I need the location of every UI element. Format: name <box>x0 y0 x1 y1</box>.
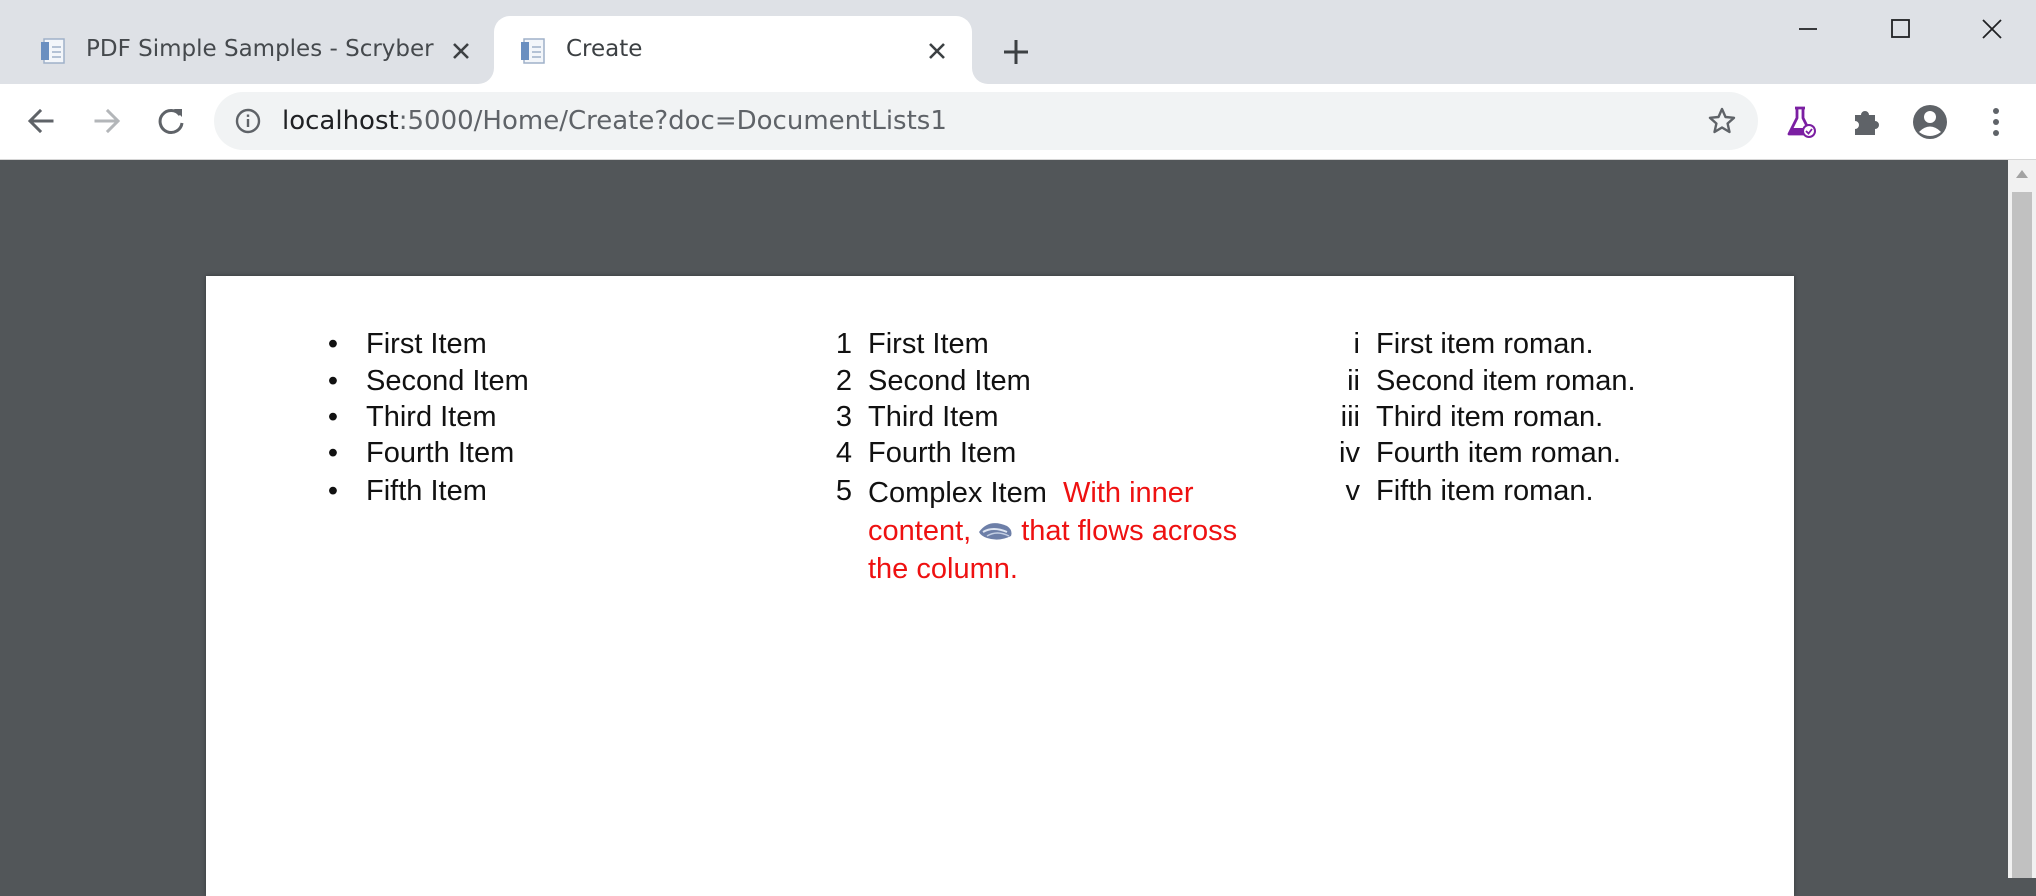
arrow-right-icon[interactable] <box>86 100 128 142</box>
bullet-marker: • <box>327 365 339 397</box>
arrow-left-icon[interactable] <box>20 100 62 142</box>
list-item-text: Third Item <box>868 401 999 433</box>
roman-marker: iii <box>1340 401 1360 433</box>
list-item-text: First Item <box>868 328 989 360</box>
window-close-icon[interactable] <box>1972 12 2012 46</box>
number-marker: 2 <box>835 365 852 397</box>
roman-marker: ii <box>1347 365 1360 397</box>
tab-title: PDF Simple Samples - Scryber <box>86 36 434 62</box>
bullet-marker: • <box>327 328 339 360</box>
list-item-text: Second Item <box>868 365 1031 397</box>
tab-pdf-simple-samples[interactable]: PDF Simple Samples - Scryber <box>14 16 490 84</box>
star-icon[interactable] <box>1706 105 1738 137</box>
number-marker: 4 <box>835 437 852 469</box>
complex-list-item: Complex Item With inner content, that fl… <box>868 474 1248 588</box>
document-icon <box>41 38 65 64</box>
account-icon[interactable] <box>1910 102 1950 142</box>
pdf-page: • First Item • Second Item • Third Item • Fo… <box>206 276 1794 896</box>
bullet-marker: • <box>327 437 339 469</box>
list-item-text: Third item roman. <box>1376 401 1604 433</box>
minimize-icon[interactable] <box>1788 12 1828 46</box>
bullet-marker: • <box>327 401 339 433</box>
new-tab-plus-icon[interactable] <box>998 34 1034 70</box>
vertical-scrollbar[interactable] <box>2008 160 2036 878</box>
number-marker: 3 <box>835 401 852 433</box>
tab-strip: PDF Simple Samples - Scryber Create <box>0 0 2036 84</box>
info-icon[interactable] <box>234 107 262 135</box>
complex-item-lead: Complex Item <box>868 477 1047 509</box>
list-item-text: First Item <box>366 328 487 360</box>
maximize-icon[interactable] <box>1880 12 1920 46</box>
flask-icon[interactable] <box>1780 102 1820 142</box>
puzzle-icon[interactable] <box>1846 102 1886 142</box>
url-host: localhost <box>282 106 399 136</box>
roman-marker: iv <box>1339 437 1360 469</box>
tab-title: Create <box>566 36 643 62</box>
list-item-text: Fourth Item <box>366 437 515 469</box>
more-vert-icon[interactable] <box>1976 102 2016 142</box>
number-marker: 5 <box>835 475 852 507</box>
list-item-text: First item roman. <box>1376 328 1594 360</box>
address-bar[interactable]: localhost:5000/Home/Create?doc=DocumentL… <box>214 92 1758 150</box>
bullet-marker: • <box>327 475 339 507</box>
list-item-text: Fifth Item <box>366 475 487 507</box>
list-item-text: Third Item <box>366 401 497 433</box>
url-path: :5000/Home/Create?doc=DocumentLists1 <box>398 106 947 136</box>
browser-toolbar: localhost:5000/Home/Create?doc=DocumentL… <box>0 84 2036 160</box>
scroll-thumb[interactable] <box>2012 192 2032 878</box>
list-item-text: Fourth item roman. <box>1376 437 1621 469</box>
scroll-up-arrow-icon[interactable] <box>2016 170 2028 178</box>
roman-marker: i <box>1353 328 1360 360</box>
list-item-text: Fourth Item <box>868 437 1017 469</box>
tab-create[interactable]: Create <box>494 16 972 84</box>
document-icon <box>521 38 545 64</box>
roman-marker: v <box>1345 475 1361 507</box>
list-item-text: Fifth item roman. <box>1376 475 1594 507</box>
leaf-image-icon <box>979 523 1012 540</box>
list-item-text: Second item roman. <box>1376 365 1636 397</box>
reload-icon[interactable] <box>150 100 192 142</box>
close-icon[interactable] <box>448 38 474 64</box>
list-item-text: Second Item <box>366 365 529 397</box>
number-marker: 1 <box>835 328 852 360</box>
close-icon[interactable] <box>924 38 950 64</box>
url-text[interactable]: localhost:5000/Home/Create?doc=DocumentL… <box>282 106 947 136</box>
pdf-viewer[interactable]: • First Item • Second Item • Third Item • Fo… <box>0 160 2008 896</box>
